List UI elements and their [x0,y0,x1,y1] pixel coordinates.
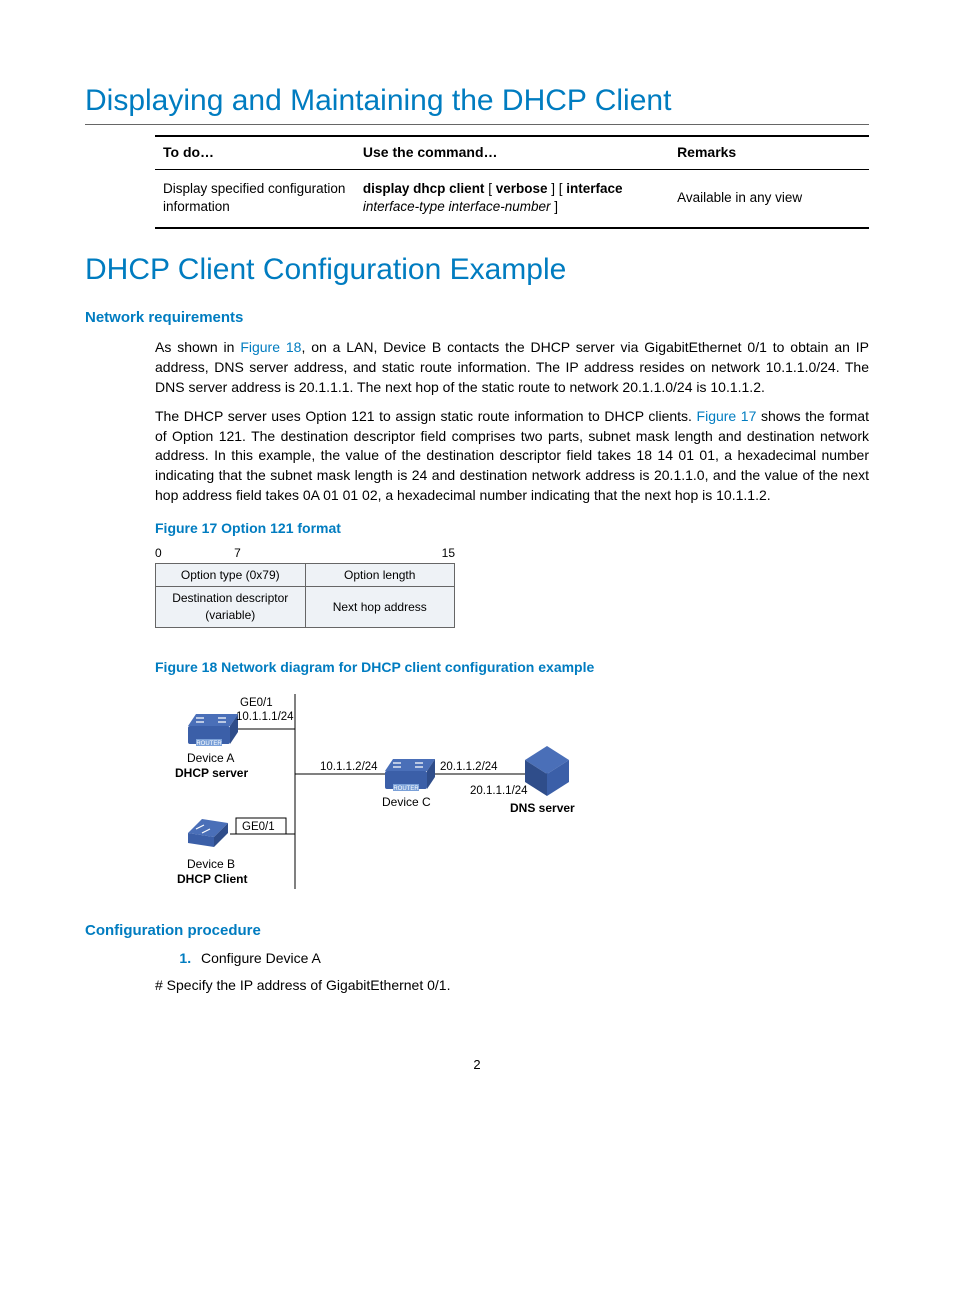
cell-option-length: Option length [305,563,455,587]
command-table: To do… Use the command… Remarks Display … [155,135,869,229]
figure-link-18[interactable]: Figure 18 [240,339,301,355]
label-ip-a: 10.1.1.1/24 [236,711,294,723]
col-command: Use the command… [355,136,669,169]
figure17-caption: Figure 17 Option 121 format [155,519,869,539]
device-c-icon: ROUTER [385,759,435,792]
cell-remarks: Available in any view [669,169,869,228]
network-diagram: ROUTER GE0/1 10.1.1.1/24 Device A DHCP s… [170,684,650,904]
label-device-c: Device C [382,795,431,809]
col-todo: To do… [155,136,355,169]
figure17-ruler: 0 7 15 [155,545,455,562]
cmd-part: ] [ [547,181,566,196]
router-label: ROUTER [196,741,222,747]
paragraph: As shown in Figure 18, on a LAN, Device … [155,338,869,397]
ruler-0: 0 [155,545,165,562]
cmd-part: verbose [496,181,548,196]
cell-next-hop: Next hop address [305,587,455,628]
heading-displaying: Displaying and Maintaining the DHCP Clie… [85,80,869,125]
label-ip-dns: 20.1.1.1/24 [470,785,528,797]
router-label: ROUTER [393,786,419,792]
device-b-icon [188,819,228,847]
cell-option-type: Option type (0x79) [156,563,306,587]
label-device-b: Device B [187,857,235,871]
label-ge01-a: GE0/1 [240,697,273,709]
device-a-icon: ROUTER [188,714,238,747]
heading-config-procedure: Configuration procedure [85,920,869,941]
label-ip-c-left: 10.1.1.2/24 [320,761,378,773]
label-ge01-b: GE0/1 [242,821,275,833]
text: As shown in [155,339,240,355]
cell-dest-descriptor: Destination descriptor (variable) [156,587,306,628]
dns-server-icon [525,746,569,796]
text: (variable) [205,608,255,622]
figure18: ROUTER GE0/1 10.1.1.1/24 Device A DHCP s… [170,684,869,904]
ruler-7: 7 [165,545,310,562]
label-ip-c-right: 20.1.1.2/24 [440,761,498,773]
cmd-part: interface [566,181,622,196]
cmd-part: display dhcp client [363,181,485,196]
heading-example: DHCP Client Configuration Example [85,249,869,291]
figure17: 0 7 15 Option type (0x79) Option length … [155,545,869,628]
heading-network-req: Network requirements [85,307,869,328]
label-dhcp-client: DHCP Client [177,872,247,886]
procedure-step-1: Configure Device A [195,949,869,969]
hash-comment: # Specify the IP address of GigabitEther… [155,976,869,996]
paragraph: The DHCP server uses Option 121 to assig… [155,407,869,505]
text: Destination descriptor [172,591,288,605]
label-device-a: Device A [187,751,234,765]
figure18-caption: Figure 18 Network diagram for DHCP clien… [155,658,869,678]
label-dns-server: DNS server [510,801,575,815]
col-remarks: Remarks [669,136,869,169]
cell-todo: Display specified configuration informat… [155,169,355,228]
cell-command: display dhcp client [ verbose ] [ interf… [355,169,669,228]
figure17-table: Option type (0x79) Option length Destina… [155,563,455,628]
cmd-part: interface-type interface-number [363,199,551,214]
text: The DHCP server uses Option 121 to assig… [155,408,697,424]
ruler-15: 15 [310,545,455,562]
procedure-list: Configure Device A [175,949,869,969]
cmd-part: [ [484,181,495,196]
page-number: 2 [85,1056,869,1074]
cmd-part: ] [551,199,559,214]
table-row: Display specified configuration informat… [155,169,869,228]
figure-link-17[interactable]: Figure 17 [697,408,757,424]
label-dhcp-server: DHCP server [175,766,248,780]
